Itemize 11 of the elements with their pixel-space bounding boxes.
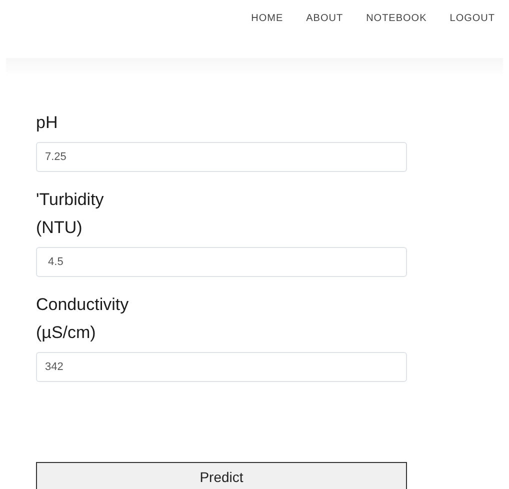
nav-link[interactable]: LOGOUT — [450, 13, 495, 27]
nav-link[interactable]: NOTEBOOK — [366, 13, 427, 27]
input-field[interactable]: 4.5 — [36, 247, 407, 277]
field-label: Conductivity (µS/cm) — [36, 294, 130, 344]
field-label: pH — [36, 112, 59, 134]
input-field[interactable]: 7.25 — [36, 142, 407, 172]
nav-link[interactable]: HOME — [251, 13, 284, 27]
field-label: 'Turbidity (NTU) — [36, 189, 105, 239]
input-field[interactable]: 342 — [36, 352, 407, 382]
predict-button[interactable]: Predict — [36, 462, 407, 489]
nav-link[interactable]: ABOUT — [306, 13, 344, 27]
